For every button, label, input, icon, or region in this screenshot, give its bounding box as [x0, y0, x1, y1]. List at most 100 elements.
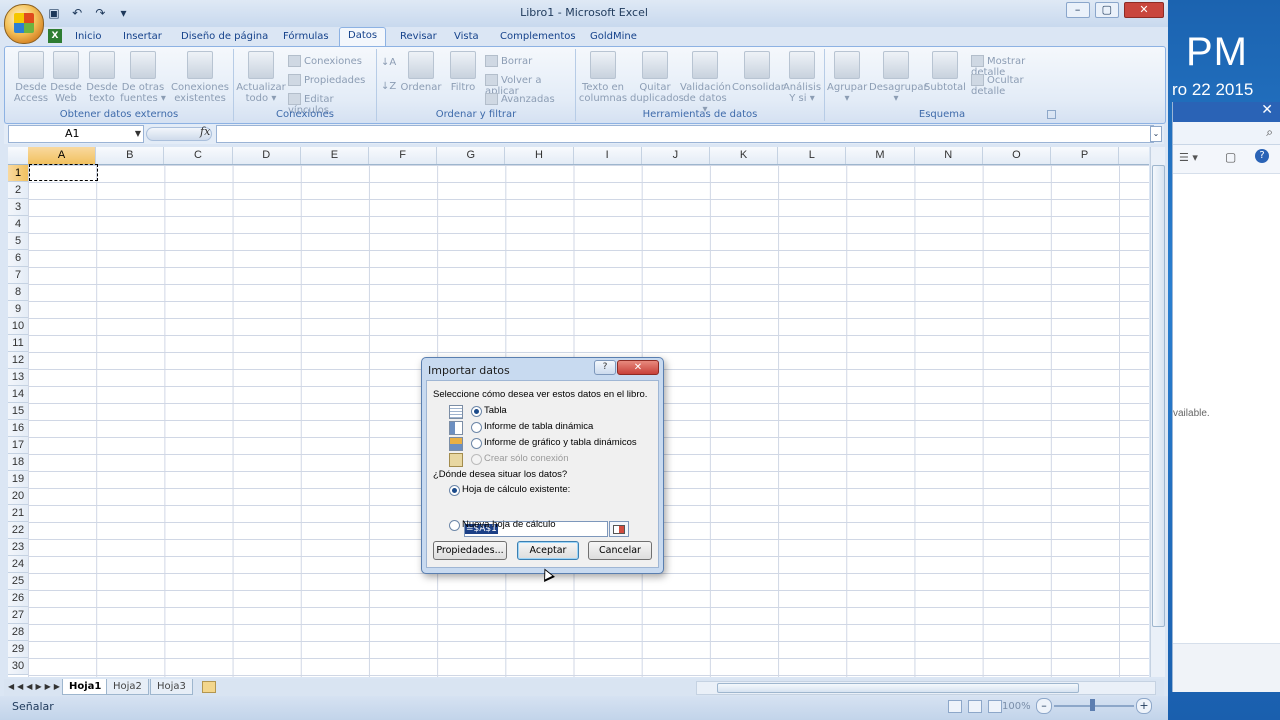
row-header[interactable]: 12	[8, 352, 28, 369]
insert-sheet-icon[interactable]	[202, 681, 216, 693]
row-header[interactable]: 18	[8, 454, 28, 471]
help-icon[interactable]: ?	[1255, 149, 1269, 163]
row-header[interactable]: 4	[8, 216, 28, 233]
sheet-tab-hoja2[interactable]: Hoja2	[106, 679, 149, 695]
row-header[interactable]: 1	[8, 165, 28, 182]
background-search-box[interactable]: ⌕	[1173, 122, 1280, 145]
tab-vista[interactable]: Vista	[454, 29, 479, 44]
row-header[interactable]: 19	[8, 471, 28, 488]
tab-formulas[interactable]: Fórmulas	[283, 29, 329, 44]
radio-informe-grafico-tabla-dinamicos[interactable]	[471, 438, 482, 449]
column-header[interactable]: J	[642, 147, 710, 164]
row-header[interactable]: 24	[8, 556, 28, 573]
avanzadas-button[interactable]: Avanzadas	[485, 93, 555, 105]
row-header[interactable]: 20	[8, 488, 28, 505]
texto-en-columnas-button[interactable]: Texto en columnas	[578, 51, 628, 104]
column-header[interactable]: D	[233, 147, 301, 164]
collapse-dialog-button[interactable]	[609, 521, 629, 537]
filtro-button[interactable]: Filtro	[445, 51, 481, 93]
ordenar-button[interactable]: Ordenar	[399, 51, 443, 93]
row-header[interactable]: 16	[8, 420, 28, 437]
tab-goldmine[interactable]: GoldMine	[590, 29, 637, 44]
normal-view-icon[interactable]	[948, 700, 962, 713]
help-icon[interactable]: ?	[594, 360, 616, 375]
row-header[interactable]: 17	[8, 437, 28, 454]
zoom-slider-handle[interactable]	[1090, 699, 1095, 711]
column-header[interactable]: C	[164, 147, 233, 164]
radio-tabla[interactable]	[471, 406, 482, 417]
row-header[interactable]: 26	[8, 590, 28, 607]
desagrupar-button[interactable]: Desagrupar ▾	[869, 51, 928, 104]
undo-icon[interactable]: ↶	[69, 5, 85, 21]
validacion-de-datos-button[interactable]: Validación de datos ▾	[680, 51, 731, 115]
row-header[interactable]: 2	[8, 182, 28, 199]
column-header[interactable]: E	[301, 147, 369, 164]
row-header[interactable]: 27	[8, 607, 28, 624]
row-header[interactable]: 14	[8, 386, 28, 403]
cancel-button[interactable]: Cancelar	[588, 541, 652, 560]
row-header[interactable]: 11	[8, 335, 28, 352]
column-header[interactable]: N	[915, 147, 983, 164]
column-header[interactable]: O	[983, 147, 1051, 164]
option-label-tabla[interactable]: Tabla	[484, 405, 507, 416]
row-header[interactable]: 28	[8, 624, 28, 641]
dialog-launcher-icon[interactable]	[1047, 110, 1056, 119]
conexiones-existentes-button[interactable]: Conexiones existentes	[171, 51, 229, 104]
chevron-down-icon[interactable]: ▾	[116, 5, 132, 21]
tab-revisar[interactable]: Revisar	[400, 29, 437, 44]
expand-formula-bar-icon[interactable]: ⌄	[1150, 126, 1162, 142]
desde-web-button[interactable]: Desde Web	[49, 51, 83, 104]
sheet-navigation-arrows-icon[interactable]: ◀◀◀▶▶▶	[8, 682, 63, 691]
close-icon[interactable]: ✕	[1124, 2, 1164, 18]
column-header[interactable]: K	[710, 147, 779, 164]
desde-texto-button[interactable]: Desde texto	[85, 51, 119, 104]
quitar-duplicados-button[interactable]: Quitar duplicados	[630, 51, 684, 104]
vertical-scrollbar[interactable]	[1150, 147, 1165, 677]
tab-insertar[interactable]: Insertar	[123, 29, 162, 44]
tab-inicio[interactable]: Inicio	[75, 29, 101, 44]
redo-icon[interactable]: ↷	[92, 5, 108, 21]
column-header[interactable]: M	[846, 147, 915, 164]
desde-access-button[interactable]: Desde Access	[13, 51, 49, 104]
sort-descending-icon[interactable]: ↓Z	[381, 81, 396, 92]
ok-button[interactable]: Aceptar	[517, 541, 579, 560]
horizontal-scroll-thumb[interactable]	[717, 683, 1079, 693]
page-layout-view-icon[interactable]	[968, 700, 983, 713]
excel-icon[interactable]: X	[48, 29, 62, 43]
row-header[interactable]: 29	[8, 641, 28, 658]
preview-pane-icon[interactable]: ▢	[1225, 150, 1236, 164]
zoom-level[interactable]: 100%	[1002, 701, 1031, 712]
insert-function-icon[interactable]: fx	[200, 125, 210, 138]
column-header[interactable]: L	[778, 147, 847, 164]
option-label-hoja-existente[interactable]: Hoja de cálculo existente:	[462, 484, 570, 495]
radio-nueva-hoja[interactable]	[449, 520, 460, 531]
subtotal-button[interactable]: Subtotal	[923, 51, 967, 93]
tab-complementos[interactable]: Complementos	[500, 29, 576, 44]
option-label-informe-grafico[interactable]: Informe de gráfico y tabla dinámicos	[484, 437, 637, 448]
column-header[interactable]: P	[1051, 147, 1120, 164]
row-header[interactable]: 3	[8, 199, 28, 216]
row-header[interactable]: 6	[8, 250, 28, 267]
name-box[interactable]: A1 ▼	[8, 125, 144, 143]
zoom-out-icon[interactable]: –	[1036, 698, 1052, 714]
properties-button[interactable]: Propiedades...	[433, 541, 507, 560]
radio-hoja-existente[interactable]	[449, 485, 460, 496]
tab-diseno-de-pagina[interactable]: Diseño de página	[181, 29, 268, 44]
close-icon[interactable]: ✕	[1261, 102, 1273, 118]
borrar-button[interactable]: Borrar	[485, 55, 532, 67]
conexiones-button[interactable]: Conexiones	[288, 55, 362, 67]
office-button[interactable]	[4, 4, 44, 44]
sort-ascending-icon[interactable]: ↓A	[381, 57, 396, 68]
de-otras-fuentes-button[interactable]: De otras fuentes ▾	[119, 51, 167, 104]
row-header[interactable]: 7	[8, 267, 28, 284]
zoom-in-icon[interactable]: +	[1136, 698, 1152, 714]
active-cell[interactable]	[29, 164, 98, 181]
row-header[interactable]: 23	[8, 539, 28, 556]
row-header[interactable]: 13	[8, 369, 28, 386]
row-header[interactable]: 21	[8, 505, 28, 522]
radio-informe-tabla-dinamica[interactable]	[471, 422, 482, 433]
option-label-informe-tabla-dinamica[interactable]: Informe de tabla dinámica	[484, 421, 593, 432]
horizontal-scrollbar[interactable]	[696, 681, 1156, 695]
row-header[interactable]: 25	[8, 573, 28, 590]
save-icon[interactable]: ▣	[46, 5, 62, 21]
